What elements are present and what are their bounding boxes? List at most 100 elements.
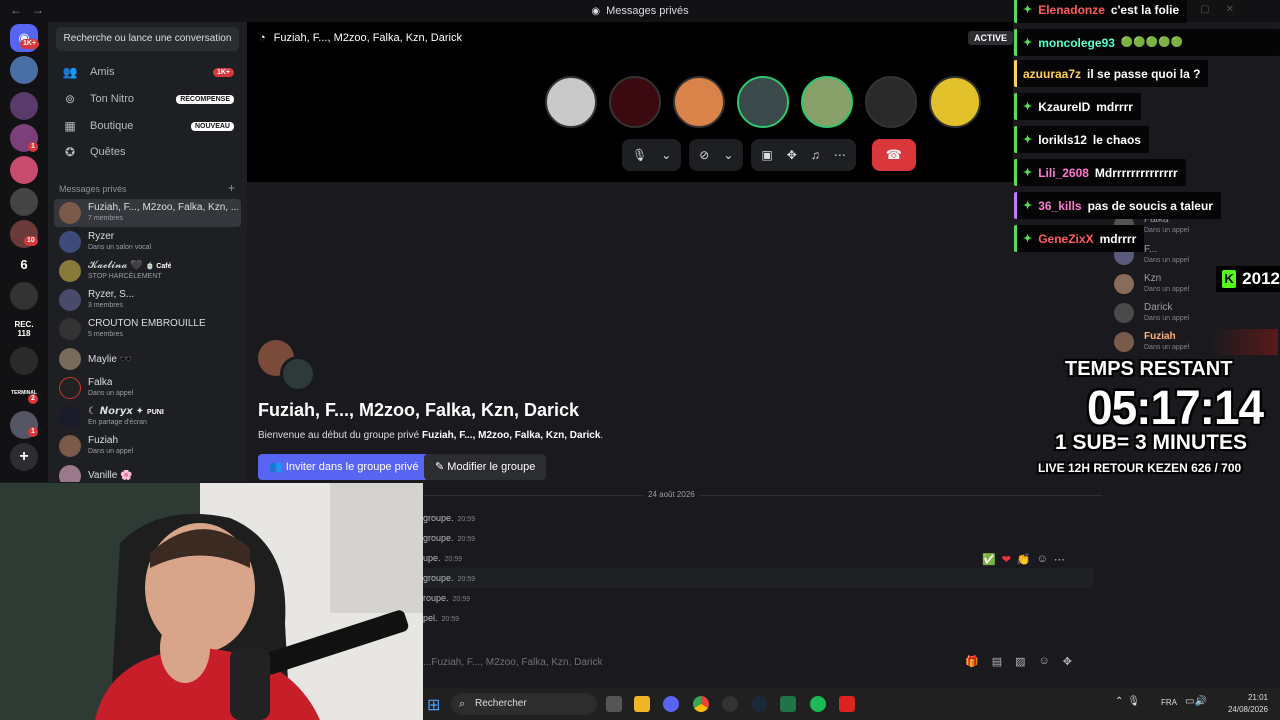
more-icon[interactable]: ⋯ (1054, 553, 1065, 566)
apps-icon[interactable]: ✥ (1063, 655, 1072, 668)
participant-tile[interactable] (929, 76, 981, 128)
dm-item[interactable]: Maylie 🕶️ (54, 345, 241, 373)
file-explorer-icon[interactable] (634, 696, 650, 712)
nav-label: Ton Nitro (90, 93, 135, 105)
windows-start-icon[interactable]: ⊞ (427, 695, 440, 715)
spotify-icon[interactable] (810, 696, 826, 712)
stream-chat-message: ✦ GeneZixX mdrrrr (1014, 225, 1145, 252)
dm-item[interactable]: Vanille 🌸 (54, 462, 241, 482)
chevron-down-icon[interactable]: ⌄ (723, 148, 733, 162)
search-icon: ⌕ (459, 698, 466, 710)
overlay-timer: 05:17:14 (1087, 379, 1264, 435)
server-text-rec[interactable]: REC. 118 (10, 315, 38, 343)
soundboard-icon[interactable]: ♫ (811, 148, 820, 162)
nav-shop[interactable]: ▦ Boutique NOUVEAU (56, 113, 240, 139)
dm-item[interactable]: Ryzer Dans un salon vocal (54, 228, 241, 256)
server-icon[interactable] (10, 156, 38, 184)
server-icon[interactable] (10, 347, 38, 375)
task-view-icon[interactable] (606, 696, 622, 712)
dm-item[interactable]: Ryzer, S... 3 membres (54, 286, 241, 314)
steam-icon[interactable] (751, 696, 767, 712)
participant-tile[interactable] (865, 76, 917, 128)
check-reaction-icon[interactable]: ✅ (982, 553, 996, 566)
tray-icons[interactable]: ⌃🎙 (1115, 696, 1144, 707)
hang-up-button[interactable]: ☎ (871, 139, 916, 171)
clock-time: 21:01 (1247, 693, 1268, 702)
server-icon[interactable] (10, 56, 38, 84)
gift-icon[interactable]: 🎁 (965, 655, 979, 668)
sticker-icon[interactable]: ▨ (1015, 655, 1025, 668)
overlay-sub-rule: 1 SUB= 3 MINUTES (1055, 431, 1247, 454)
friends-badge: 1K+ (212, 67, 234, 77)
new-dm-plus-icon[interactable]: + (228, 181, 235, 195)
activities-icon[interactable]: ✥ (787, 148, 797, 162)
more-options-icon[interactable]: ⋯ (834, 148, 846, 162)
server-text-6[interactable]: 6 (10, 250, 38, 278)
nav-friends[interactable]: 👥 Amis 1K+ (56, 59, 240, 85)
sub-star-icon: ✦ (1023, 4, 1033, 16)
nav-label: Amis (90, 66, 115, 78)
language-indicator[interactable]: FRA (1161, 698, 1177, 707)
dm-item[interactable]: ☾ 𝙉𝙤𝙧𝙮𝙭 ✦ PUNI En partage d'écran (54, 403, 241, 431)
discord-taskbar-icon[interactable] (663, 696, 679, 712)
app-red-icon[interactable] (839, 696, 855, 712)
dm-item[interactable]: Falka Dans un appel (54, 374, 241, 402)
chevron-down-icon[interactable]: ⌄ (661, 148, 671, 162)
chrome-icon[interactable] (693, 696, 709, 712)
network-volume-icons[interactable]: ▭🔊 (1185, 696, 1207, 707)
participant-tile[interactable] (673, 76, 725, 128)
camera-control[interactable]: ⊘ ⌄ (689, 139, 744, 171)
member-item[interactable]: Fuziah Dans un appel (1112, 329, 1278, 355)
obs-icon[interactable] (722, 696, 738, 712)
screen-share-icon[interactable]: ▣ (761, 148, 772, 162)
participant-tile[interactable] (737, 76, 789, 128)
chat-user: Lili_2608 (1038, 165, 1089, 180)
avatar (1114, 303, 1134, 323)
emoji-icon[interactable]: ☺ (1039, 655, 1050, 668)
nav-arrows[interactable]: ←→ (10, 3, 54, 17)
cafe-tag: 🍵 Café (145, 263, 172, 270)
heart-reaction-icon[interactable]: ❤ (1002, 553, 1011, 566)
server-icon[interactable] (10, 188, 38, 216)
nav-quests[interactable]: ✪ Quêtes (56, 139, 240, 165)
member-sub: Dans un appel (1144, 344, 1190, 351)
member-item[interactable]: Darick Dans un appel (1112, 300, 1278, 326)
avatar (59, 318, 81, 340)
participant-tile[interactable] (545, 76, 597, 128)
add-server-icon[interactable]: + (10, 443, 38, 471)
message-text: roupe. (423, 593, 449, 603)
taskbar-search-label: Rechercher (475, 698, 527, 709)
taskbar: ⊞ ⌕ Rechercher ⌃🎙 FRA ▭🔊 21:01 24/08/2026 (423, 688, 1280, 720)
stream-chat-message: ✦ KzaureID mdrrrr (1014, 93, 1141, 120)
chat-msg: mdrrrr (1096, 99, 1133, 114)
emote-row: 🟢🟢🟢🟢🟢 (1120, 37, 1184, 48)
dm-item[interactable]: CROUTON EMBROUILLE 5 membres (54, 315, 241, 343)
participant-tile[interactable] (801, 76, 853, 128)
dm-item[interactable]: Fuziah, F..., M2zoo, Falka, Kzn, ... 7 m… (54, 199, 241, 227)
dm-sub: 5 membres (88, 331, 124, 338)
nitro-icon: ⊚ (64, 92, 76, 106)
taskbar-search[interactable]: ⌕ Rechercher (451, 693, 597, 715)
clap-reaction-icon[interactable]: 👏 (1017, 553, 1031, 566)
member-name: Fuziah (1144, 331, 1176, 342)
invite-button[interactable]: 👥 Inviter dans le groupe privé (258, 454, 430, 480)
message-input[interactable]: ...Fuziah, F..., M2zoo, Falka, Kzn, Dari… (423, 657, 603, 668)
search-conversation-button[interactable]: Recherche ou lance une conversation (56, 27, 239, 51)
hovered-message-row[interactable] (423, 568, 1093, 588)
participant-tile[interactable] (609, 76, 661, 128)
gif-icon[interactable]: ▤ (992, 655, 1002, 668)
server-icon[interactable] (10, 282, 38, 310)
call-title: ◔ Fuziah, F..., M2zoo, Falka, Kzn, Daric… (259, 32, 462, 44)
add-reaction-icon[interactable]: ☺ (1037, 553, 1048, 566)
server-icon[interactable] (10, 92, 38, 120)
excel-icon[interactable] (780, 696, 796, 712)
dm-item[interactable]: Fuziah Dans un appel (54, 432, 241, 460)
edit-group-button[interactable]: ✎ Modifier le groupe (424, 454, 547, 480)
member-sub: Dans un appel (1144, 257, 1190, 264)
clock[interactable]: 21:01 24/08/2026 (1228, 692, 1268, 716)
dm-name-text: ☾ 𝙉𝙤𝙧𝙮𝙭 ✦ (88, 406, 145, 417)
mic-control[interactable]: 🎙 ⌄ (622, 139, 682, 171)
chat-msg: le chaos (1092, 132, 1141, 147)
nav-nitro[interactable]: ⊚ Ton Nitro RÉCOMPENSE (56, 86, 240, 112)
dm-item[interactable]: 𝓚𝓪𝓮𝓵𝓲𝓷𝓪 🖤 🍵 Café STOP HARCÈLEMENT (54, 257, 241, 285)
